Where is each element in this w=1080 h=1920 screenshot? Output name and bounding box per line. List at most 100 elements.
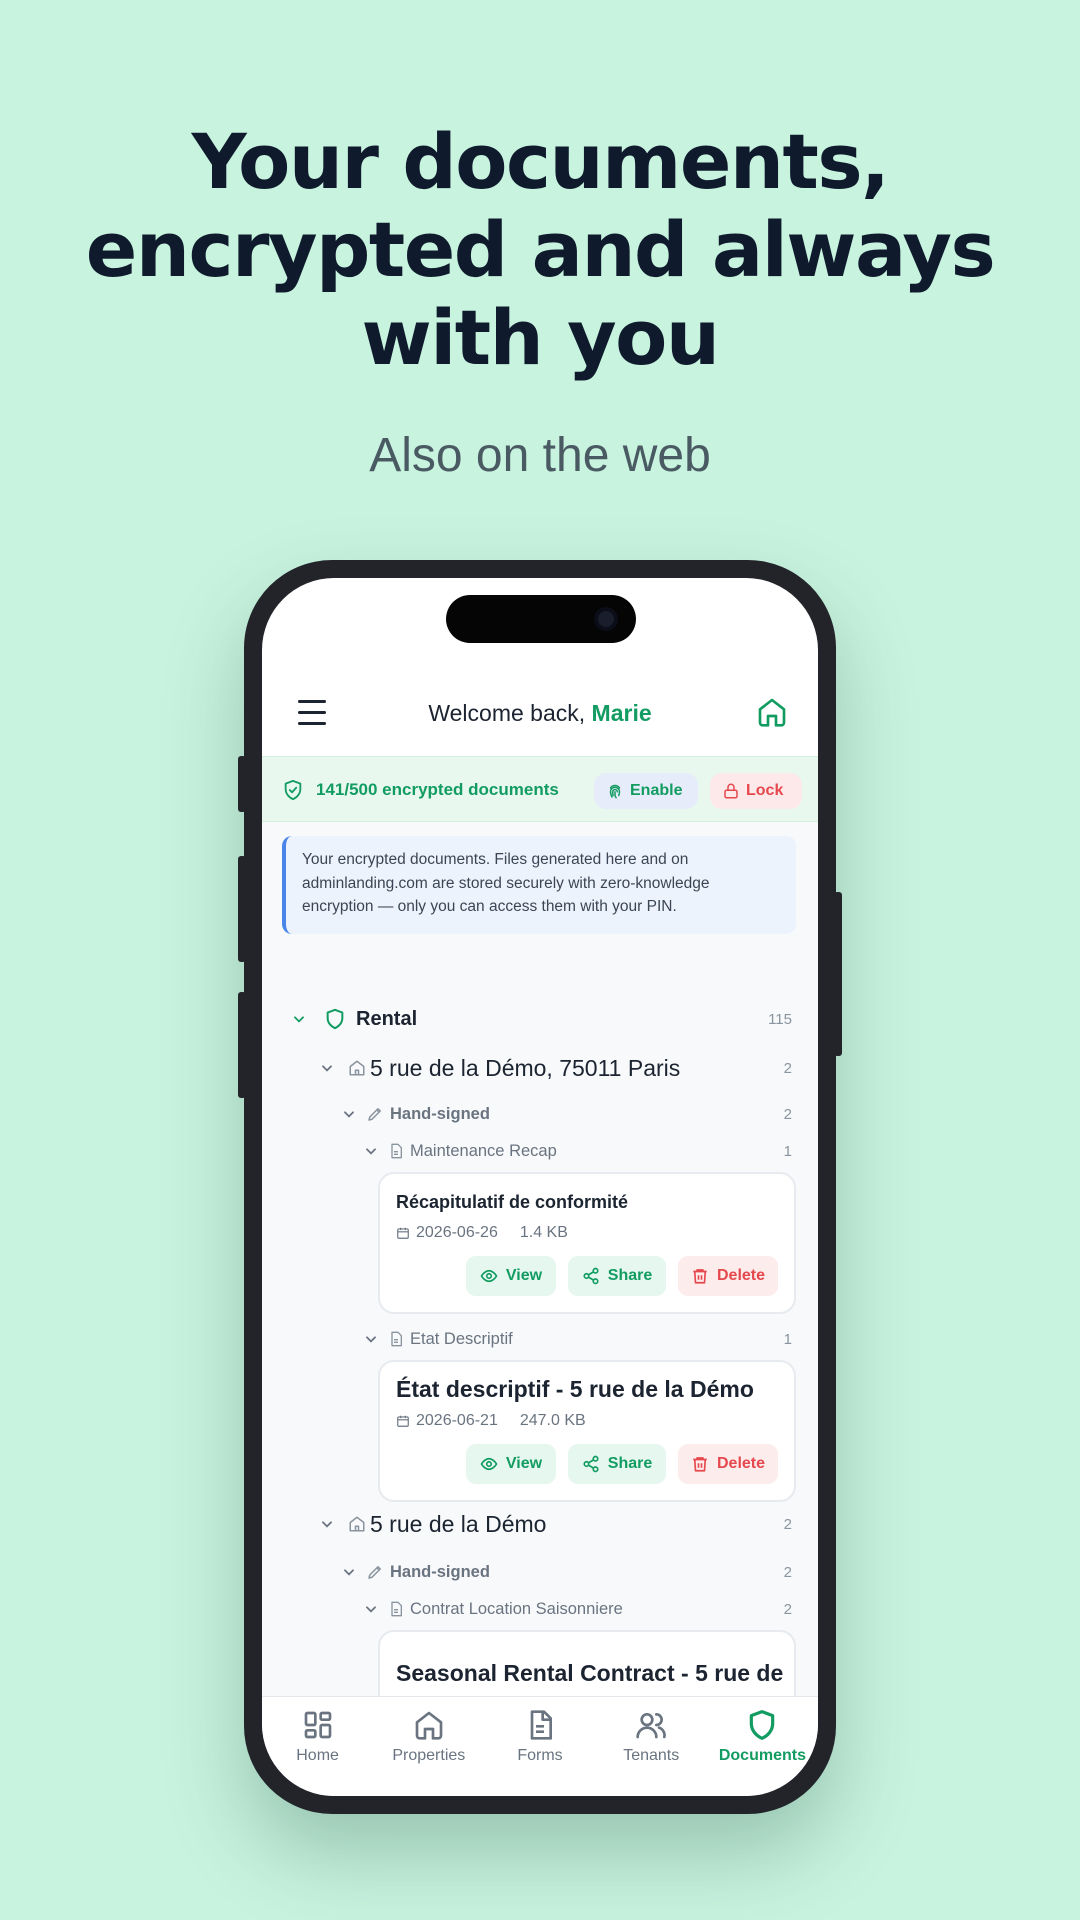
chevron-down-icon (366, 1148, 376, 1155)
document-title: Récapitulatif de conformité (396, 1192, 629, 1212)
chevron-down-icon (344, 1569, 354, 1576)
delete-label: Delete (716, 1455, 766, 1472)
tab-documents[interactable]: Documents (707, 1697, 818, 1796)
tree-node-folder[interactable]: Contrat Location Saisonniere 2 (262, 1592, 818, 1626)
dynamic-island (446, 595, 636, 643)
delete-label: Delete (716, 1267, 766, 1284)
user-name: Marie (591, 700, 652, 726)
enable-biometric-button[interactable]: Enable (594, 773, 698, 809)
tree-node-count: 1 (783, 1142, 792, 1160)
delete-button[interactable]: Delete (678, 1444, 778, 1484)
view-button[interactable]: View (466, 1256, 556, 1296)
share-label: Share (607, 1455, 653, 1472)
document-title: Seasonal Rental Contract - 5 rue de la D… (396, 1660, 786, 1686)
lock-icon (724, 783, 738, 799)
house-icon (349, 1060, 365, 1076)
share-label: Share (607, 1267, 653, 1284)
shield-icon (750, 1710, 775, 1740)
hero-title-line-1: Your documents, (191, 117, 890, 206)
document-title: État descriptif - 5 rue de la Démo (396, 1376, 754, 1402)
tree-node-count: 1 (783, 1330, 792, 1348)
home-icon[interactable] (756, 696, 788, 728)
enable-label: Enable (630, 782, 683, 799)
hero-subtitle: Also on the web (369, 429, 711, 482)
phone-screen: Welcome back, Marie 141/500 encrypted do… (262, 578, 818, 1796)
welcome-prefix: Welcome back, (428, 700, 592, 726)
share-icon (583, 1267, 599, 1285)
share-icon (583, 1455, 599, 1473)
document-date: 2026-06-21 (416, 1412, 498, 1429)
app-header: Welcome back, Marie (262, 670, 818, 756)
share-button[interactable]: Share (568, 1444, 666, 1484)
mute-switch (238, 756, 246, 812)
document-meta: 2026-06-26 1.4 KB (396, 1224, 568, 1242)
encrypted-count: 141/500 encrypted documents (316, 780, 559, 799)
info-banner: Your encrypted documents. Files generate… (282, 836, 796, 934)
tab-label: Documents (718, 1747, 806, 1764)
document-actions: View Share Delete (466, 1256, 778, 1296)
users-icon (636, 1713, 667, 1739)
dashboard-icon (304, 1711, 331, 1739)
hero-title-line-2: encrypted and always (85, 205, 996, 294)
tree-node-count: 2 (783, 1515, 792, 1533)
trash-icon (693, 1269, 707, 1284)
tab-tenants[interactable]: Tenants (596, 1697, 707, 1796)
document-card[interactable]: État descriptif - 5 rue de la Démo 2026-… (378, 1360, 796, 1502)
tab-properties[interactable]: Properties (373, 1697, 484, 1796)
document-icon (391, 1331, 402, 1347)
volume-down-button (238, 992, 246, 1098)
document-size: 1.4 KB (519, 1224, 568, 1241)
view-label: View (505, 1267, 543, 1284)
lock-button[interactable]: Lock (710, 773, 802, 809)
delete-button[interactable]: Delete (678, 1256, 778, 1296)
trash-icon (693, 1457, 707, 1472)
chevron-down-icon (366, 1336, 376, 1343)
house-icon (415, 1711, 443, 1740)
tree-node-count: 2 (783, 1563, 792, 1581)
document-icon (391, 1601, 402, 1617)
tree-node-group[interactable]: Hand-signed 2 (262, 1554, 818, 1590)
chevron-down-icon (366, 1606, 376, 1613)
view-button[interactable]: View (466, 1444, 556, 1484)
tree-node-count: 2 (783, 1059, 792, 1077)
house-icon (349, 1516, 365, 1532)
document-card[interactable]: Récapitulatif de conformité 2026-06-26 1… (378, 1172, 796, 1314)
tree-node-label: Hand-signed (390, 1562, 490, 1581)
tree-node-label: 5 rue de la Démo, 75011 Paris (370, 1054, 681, 1081)
document-icon (391, 1143, 402, 1159)
tree-node-label: Etat Descriptif (410, 1329, 513, 1348)
shield-check-icon (282, 779, 304, 801)
tree-node-count: 2 (783, 1105, 792, 1123)
documents-list[interactable]: Your encrypted documents. Files generate… (262, 822, 818, 1696)
tab-home[interactable]: Home (262, 1697, 373, 1796)
eye-icon (480, 1269, 498, 1283)
power-button (834, 892, 842, 1056)
share-button[interactable]: Share (568, 1256, 666, 1296)
tree-node-label: Hand-signed (390, 1104, 490, 1123)
shield-icon (326, 1008, 344, 1030)
pen-icon (368, 1108, 381, 1121)
chevron-down-icon (294, 1016, 304, 1023)
tree-node-folder[interactable]: Maintenance Recap 1 (262, 1134, 818, 1168)
tab-label: Properties (392, 1747, 466, 1764)
tree-node-group[interactable]: Hand-signed 2 (262, 1096, 818, 1132)
hero-title: Your documents, encrypted and always wit… (0, 118, 1080, 382)
tree-node-property[interactable]: 5 rue de la Démo, 75011 Paris 2 (262, 1048, 818, 1088)
tree-node-property[interactable]: 5 rue de la Démo 2 (262, 1504, 818, 1544)
camera-icon (594, 607, 618, 631)
document-card[interactable]: Seasonal Rental Contract - 5 rue de la D… (378, 1630, 796, 1696)
pen-icon (368, 1566, 381, 1579)
hero-title-line-3: with you (361, 293, 720, 382)
document-icon (530, 1710, 552, 1740)
tree-node-folder[interactable]: Etat Descriptif 1 (262, 1322, 818, 1356)
phone-frame: Welcome back, Marie 141/500 encrypted do… (238, 560, 842, 1814)
tree-node-rental[interactable]: Rental 115 (262, 999, 818, 1039)
tab-forms[interactable]: Forms (484, 1697, 595, 1796)
view-label: View (505, 1455, 543, 1472)
calendar-icon (397, 1227, 409, 1239)
tab-label: Tenants (623, 1747, 680, 1764)
tree-node-label: Maintenance Recap (410, 1141, 557, 1160)
welcome-text: Welcome back, Marie (262, 670, 818, 756)
tree-node-label: 5 rue de la Démo (370, 1510, 547, 1537)
lock-label: Lock (746, 782, 784, 799)
